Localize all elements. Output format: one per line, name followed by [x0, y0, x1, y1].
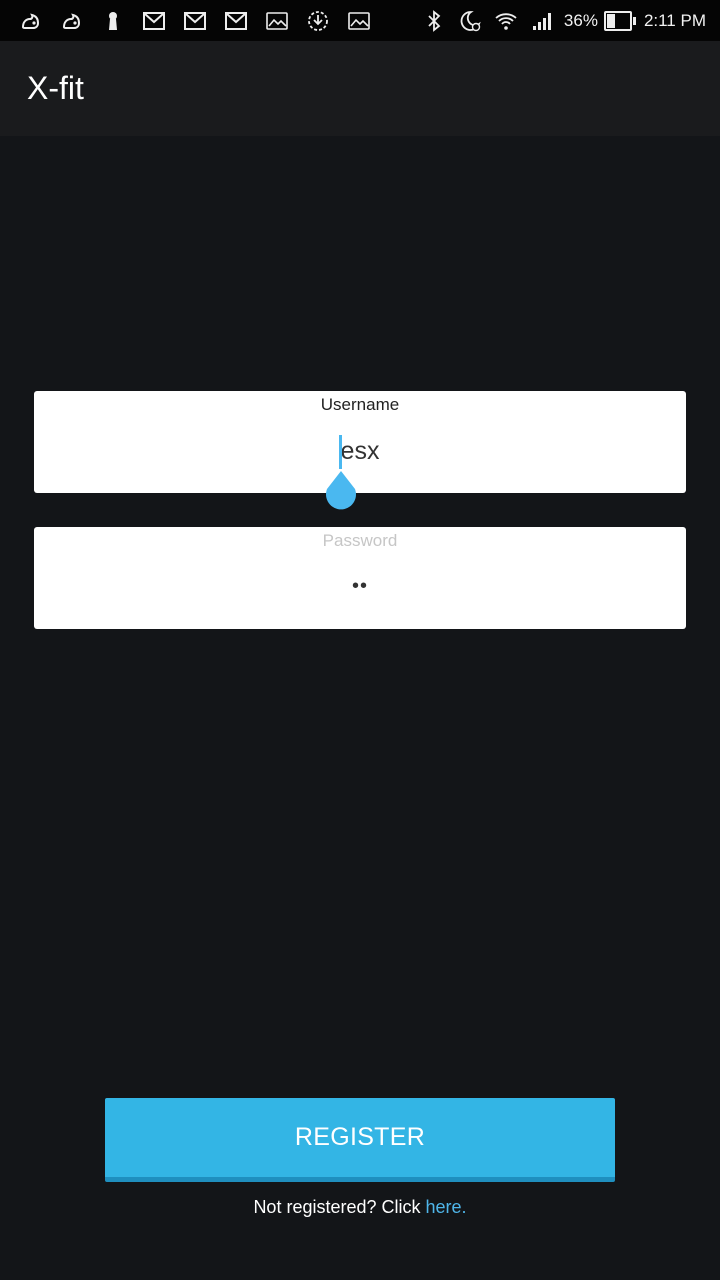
uc-browser-icon: [57, 8, 87, 34]
bluetooth-icon: [420, 8, 448, 34]
username-field[interactable]: Username esx: [34, 391, 686, 510]
keyhole-icon: [98, 8, 128, 34]
gmail-icon: [139, 8, 169, 34]
username-value: esx: [340, 437, 380, 465]
gmail-icon: [221, 8, 251, 34]
app-title: X-fit: [27, 70, 84, 106]
system-icons: 36% 2:11 PM: [420, 8, 706, 34]
battery-icon: [603, 10, 636, 31]
battery-percent: 36%: [563, 10, 598, 30]
register-link[interactable]: here.: [426, 1197, 467, 1217]
notification-icons: [16, 8, 385, 34]
image-icon: [262, 8, 292, 34]
register-note-text: Not registered? Click: [253, 1197, 426, 1217]
password-label: Password: [322, 531, 398, 550]
clock: 2:11 PM: [643, 10, 706, 30]
gmail-icon: [180, 8, 210, 34]
register-note: Not registered? Click here.: [0, 1197, 720, 1218]
register-button[interactable]: REGISTER: [105, 1098, 615, 1182]
text-cursor: [339, 435, 342, 469]
app-bar: X-fit: [0, 41, 720, 136]
wifi-icon: [492, 8, 520, 34]
status-bar: 36% 2:11 PM: [0, 0, 720, 41]
password-field[interactable]: Password ••: [34, 527, 686, 629]
do-not-disturb-alarm-icon: [456, 8, 484, 34]
image-icon: [344, 8, 374, 34]
uc-browser-icon: [16, 8, 46, 34]
password-value: ••: [351, 575, 368, 597]
signal-icon: [528, 8, 556, 34]
download-icon: [303, 8, 333, 34]
cursor-handle[interactable]: [324, 471, 358, 511]
username-label: Username: [320, 395, 400, 414]
